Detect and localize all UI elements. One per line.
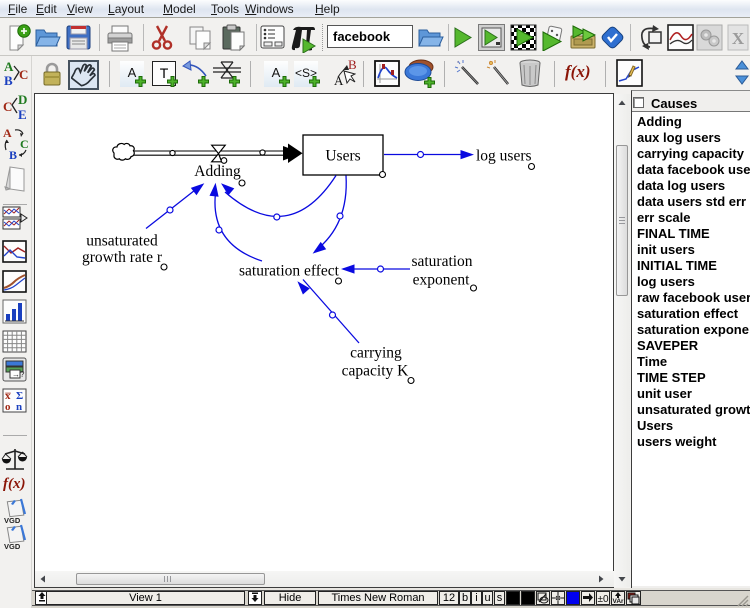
svg-text:B: B — [9, 148, 17, 162]
svg-text:exponent: exponent — [413, 272, 471, 289]
svg-text:A: A — [4, 59, 14, 74]
svg-text:C: C — [19, 67, 28, 82]
svg-text:B: B — [4, 73, 13, 88]
svg-text:log users: log users — [476, 148, 532, 165]
svg-text:Users: Users — [325, 148, 360, 165]
svg-text:VAr: VAr — [613, 598, 625, 604]
svg-text:X: X — [732, 29, 745, 48]
svg-text:n: n — [16, 401, 22, 413]
svg-text:C: C — [20, 137, 29, 151]
svg-text:A: A — [3, 126, 12, 140]
svg-text:B: B — [348, 59, 356, 72]
svg-text:E: E — [18, 107, 27, 122]
svg-text:capacity K: capacity K — [342, 363, 410, 380]
svg-text:unsaturated: unsaturated — [86, 233, 158, 250]
svg-text:saturation: saturation — [411, 253, 472, 270]
svg-text:VGD: VGD — [4, 542, 21, 551]
svg-text:±0: ±0 — [598, 594, 609, 604]
svg-text:carrying: carrying — [350, 345, 402, 362]
svg-text:o: o — [5, 401, 11, 413]
svg-text:D: D — [18, 92, 27, 107]
svg-text:saturation effect: saturation effect — [239, 263, 340, 280]
svg-text:→?: →? — [12, 370, 25, 379]
svg-text:Adding: Adding — [194, 163, 241, 180]
svg-text:C: C — [3, 99, 12, 114]
svg-text:growth rate r: growth rate r — [82, 249, 163, 266]
